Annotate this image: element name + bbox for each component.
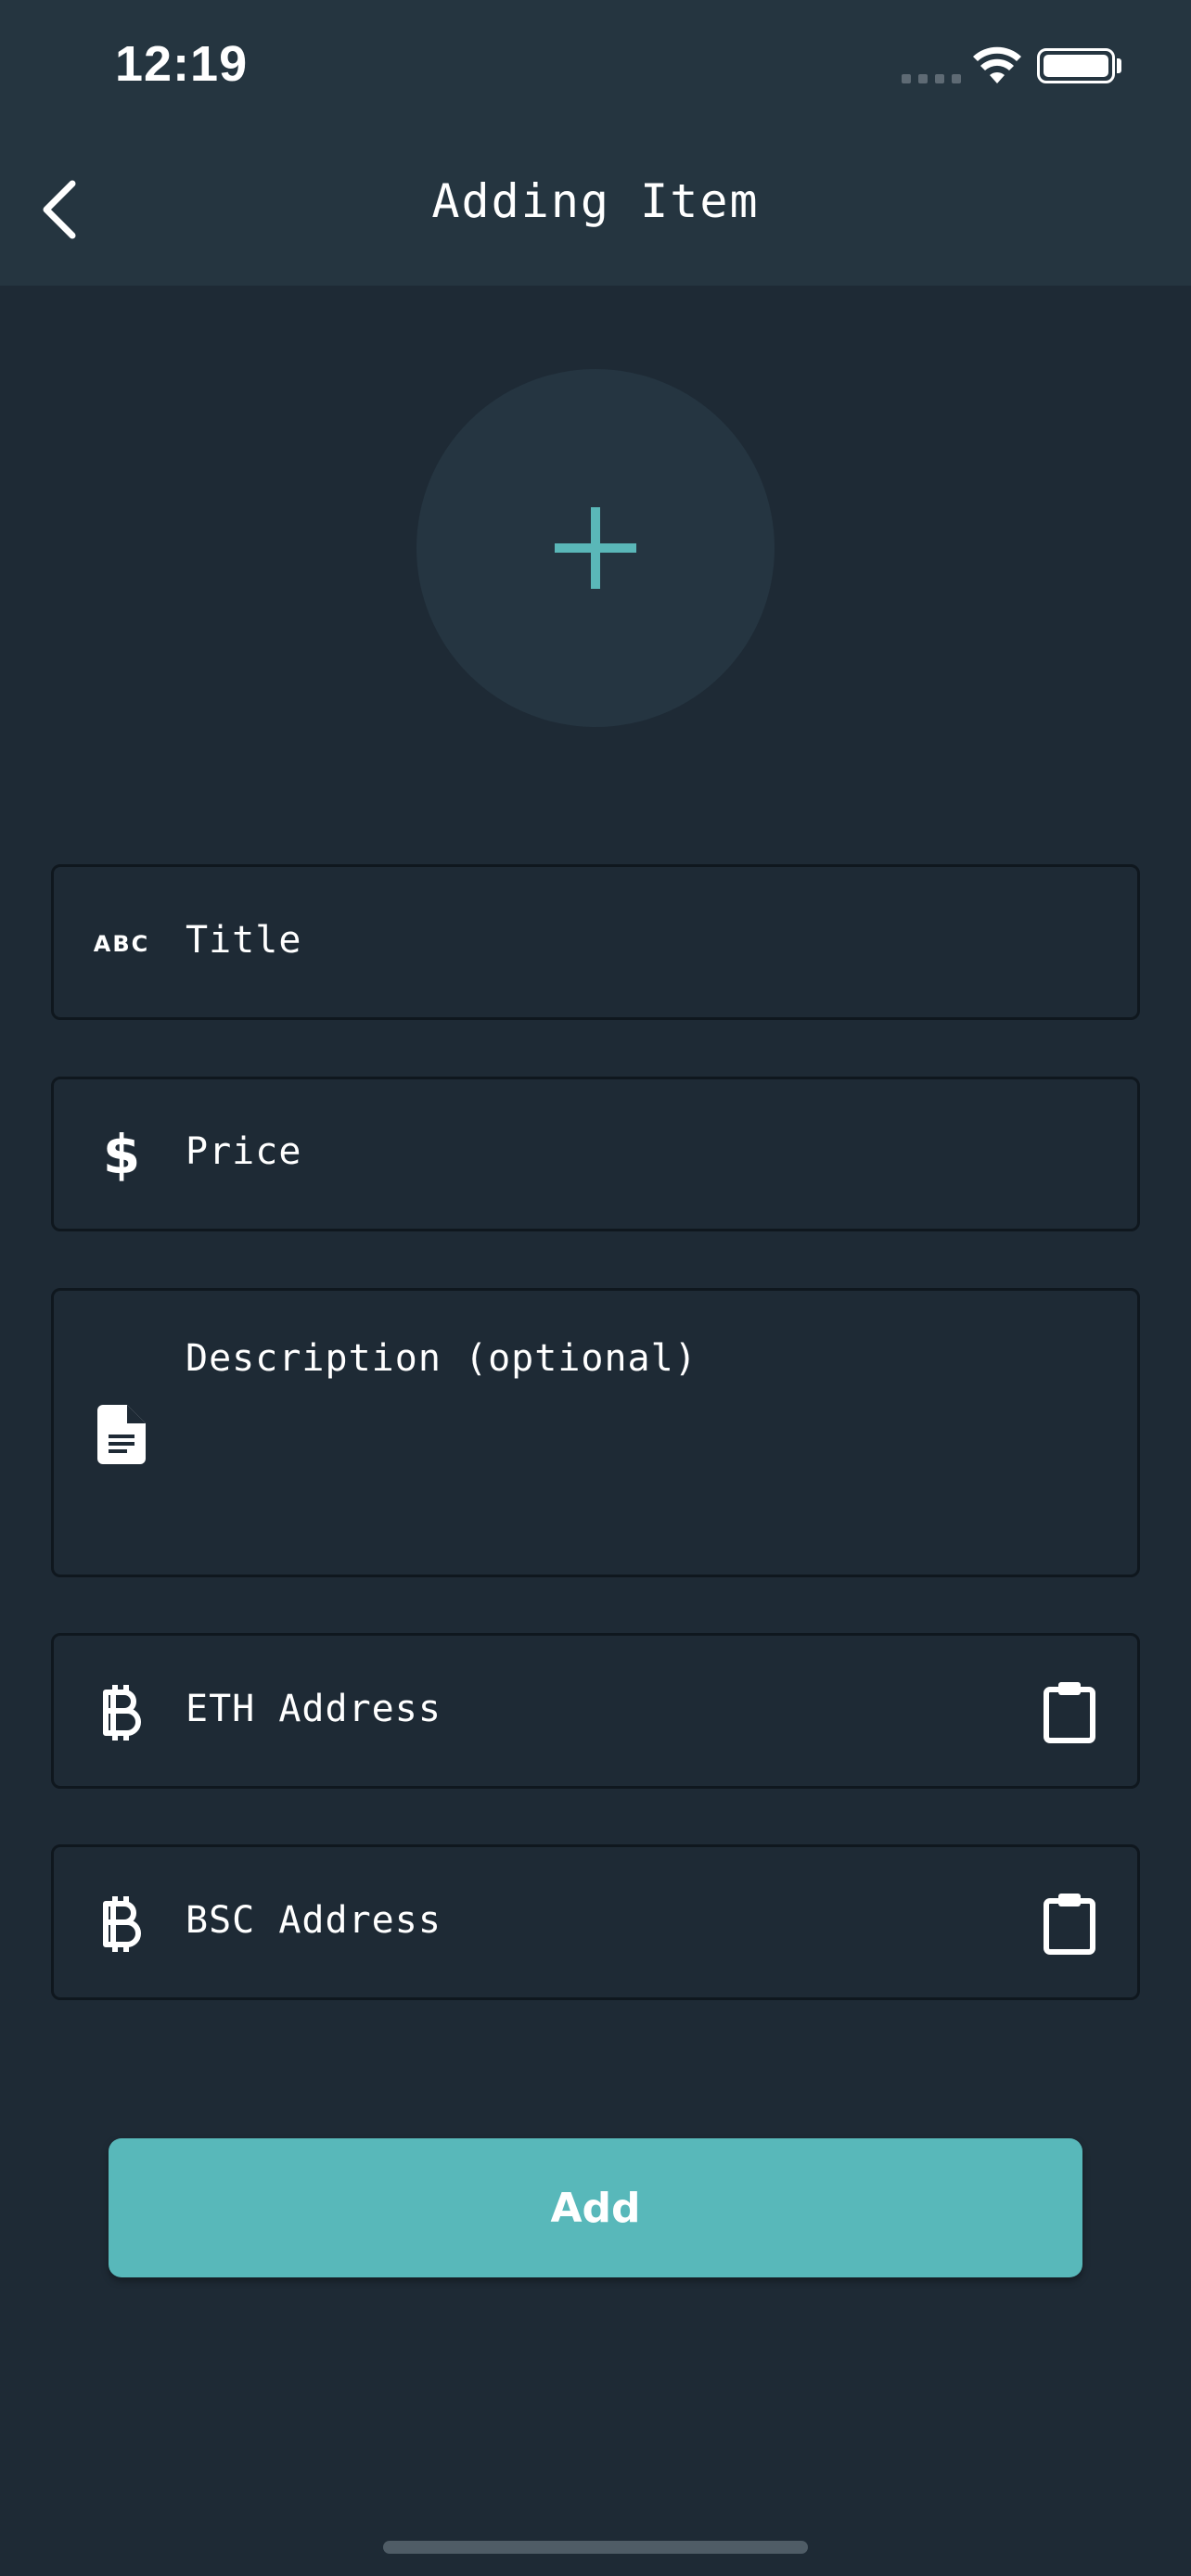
document-icon	[89, 1402, 154, 1467]
bitcoin-icon	[89, 1680, 154, 1745]
cellular-signal-icon	[902, 74, 961, 83]
clipboard-icon	[1044, 1682, 1095, 1743]
abc-icon: ABC	[93, 931, 150, 957]
header: 12:19 Adding Item	[0, 0, 1191, 286]
title-field-label: Title	[186, 919, 302, 962]
plus-icon	[555, 507, 636, 589]
bsc-address-field[interactable]: BSC Address	[51, 1844, 1140, 2000]
price-field[interactable]: $ Price	[51, 1077, 1140, 1231]
bitcoin-icon	[89, 1892, 154, 1957]
dollar-icon: $	[102, 1123, 141, 1186]
title-field[interactable]: ABC Title	[51, 864, 1140, 1020]
clipboard-icon	[1044, 1894, 1095, 1955]
paste-eth-address-button[interactable]	[1037, 1675, 1102, 1749]
description-field[interactable]: Description (optional)	[51, 1288, 1140, 1577]
bsc-address-field-label: BSC Address	[186, 1899, 442, 1942]
battery-icon	[1037, 48, 1115, 83]
wifi-icon	[973, 46, 1021, 83]
page-title: Adding Item	[431, 174, 760, 228]
add-button[interactable]: Add	[109, 2138, 1082, 2277]
description-field-label: Description (optional)	[186, 1337, 698, 1380]
status-time: 12:19	[115, 36, 249, 92]
home-indicator	[383, 2541, 808, 2554]
battery-tip	[1117, 58, 1121, 73]
add-image-button[interactable]	[416, 369, 775, 727]
eth-address-field[interactable]: ETH Address	[51, 1633, 1140, 1789]
price-field-label: Price	[186, 1130, 302, 1173]
eth-address-field-label: ETH Address	[186, 1688, 442, 1730]
paste-bsc-address-button[interactable]	[1037, 1886, 1102, 1960]
